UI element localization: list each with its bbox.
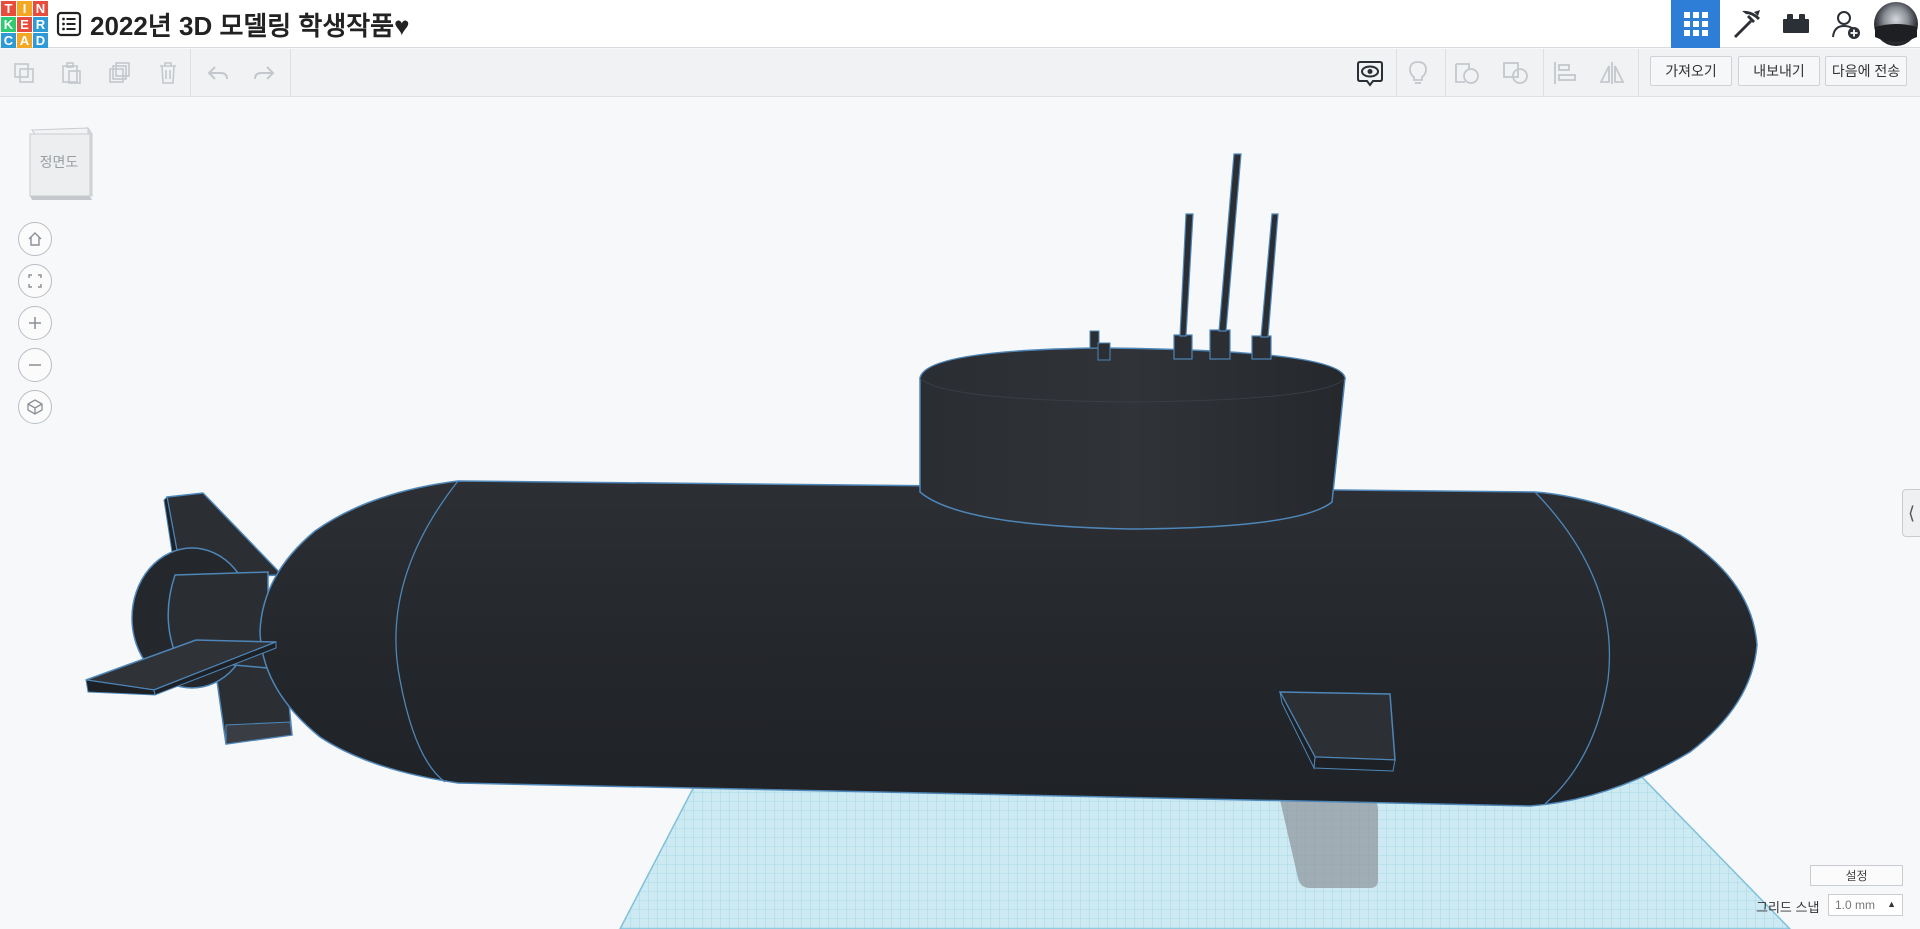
logo-letter: I — [17, 1, 32, 16]
copy-icon[interactable] — [8, 57, 40, 89]
ungroup-icon[interactable] — [1500, 57, 1532, 89]
scene — [85, 153, 1792, 929]
pickaxe-icon[interactable] — [1721, 0, 1770, 48]
bricks-icon[interactable] — [1771, 0, 1820, 48]
conning-tower — [919, 347, 1346, 530]
logo-letter: E — [17, 17, 32, 32]
avatar[interactable] — [1871, 0, 1920, 48]
view-cube-label: 정면도 — [39, 154, 79, 170]
perspective-icon[interactable] — [18, 390, 52, 424]
toolbar-divider — [290, 49, 291, 97]
design-title[interactable]: 2022년 3D 모델링 학생작품♥ — [90, 6, 410, 43]
grid-snap-select[interactable]: 1.0 mm ▲ — [1828, 894, 1903, 916]
edit-toolbar: 가져오기 내보내기 다음에 전송 — [0, 49, 1920, 97]
view-cube[interactable]: 정면도 — [26, 126, 96, 202]
grid-snap-label: 그리드 스냅 — [1756, 900, 1820, 915]
toolbar-divider — [1445, 49, 1446, 97]
logo-letter: C — [1, 33, 16, 48]
mirror-icon[interactable] — [1596, 57, 1628, 89]
logo-letter: A — [17, 33, 32, 48]
top-bar: T I N K E R C A D 2022년 3D 모델링 학생작품♥ — [0, 0, 1920, 48]
toolbar-divider — [1396, 49, 1397, 97]
duplicate-icon[interactable] — [104, 57, 136, 89]
collapse-panel-button[interactable]: ⟨ — [1902, 489, 1920, 537]
chevron-left-icon: ⟨ — [1907, 502, 1916, 523]
settings-button[interactable]: 설정 — [1810, 865, 1903, 886]
logo-letter: N — [33, 1, 48, 16]
toolbar-divider — [1638, 49, 1639, 97]
caret-up-icon: ▲ — [1887, 899, 1896, 909]
light-bulb-icon[interactable] — [1402, 57, 1434, 89]
undo-icon[interactable] — [202, 57, 234, 89]
toolbar-divider — [1543, 49, 1544, 97]
design-menu-icon[interactable] — [56, 11, 82, 37]
grid-view-icon[interactable] — [1671, 0, 1720, 48]
home-view-icon[interactable] — [18, 222, 52, 256]
paste-icon[interactable] — [55, 57, 87, 89]
show-all-icon[interactable] — [1354, 57, 1386, 89]
toolbar-divider — [190, 49, 191, 97]
logo-letter: K — [1, 17, 16, 32]
align-icon[interactable] — [1549, 57, 1581, 89]
redo-icon[interactable] — [248, 57, 280, 89]
zoom-in-icon[interactable] — [18, 306, 52, 340]
periscope-masts — [1089, 153, 1279, 361]
3d-workplane[interactable]: 정면도 ⟨ 설정 그리드 스냅 1.0 mm ▲ — [0, 97, 1920, 929]
send-to-button[interactable]: 다음에 전송 — [1825, 56, 1907, 86]
logo-letter: R — [33, 17, 48, 32]
tinkercad-logo[interactable]: T I N K E R C A D — [0, 0, 48, 48]
logo-letter: D — [33, 33, 48, 48]
delete-icon[interactable] — [152, 57, 184, 89]
grid-snap-value: 1.0 mm — [1835, 898, 1876, 912]
export-button[interactable]: 내보내기 — [1738, 56, 1820, 86]
logo-letter: T — [1, 1, 16, 16]
fit-view-icon[interactable] — [18, 264, 52, 298]
group-icon[interactable] — [1451, 57, 1483, 89]
zoom-out-icon[interactable] — [18, 348, 52, 382]
add-user-icon[interactable] — [1821, 0, 1870, 48]
import-button[interactable]: 가져오기 — [1650, 56, 1732, 86]
submarine-hull — [259, 480, 1758, 807]
